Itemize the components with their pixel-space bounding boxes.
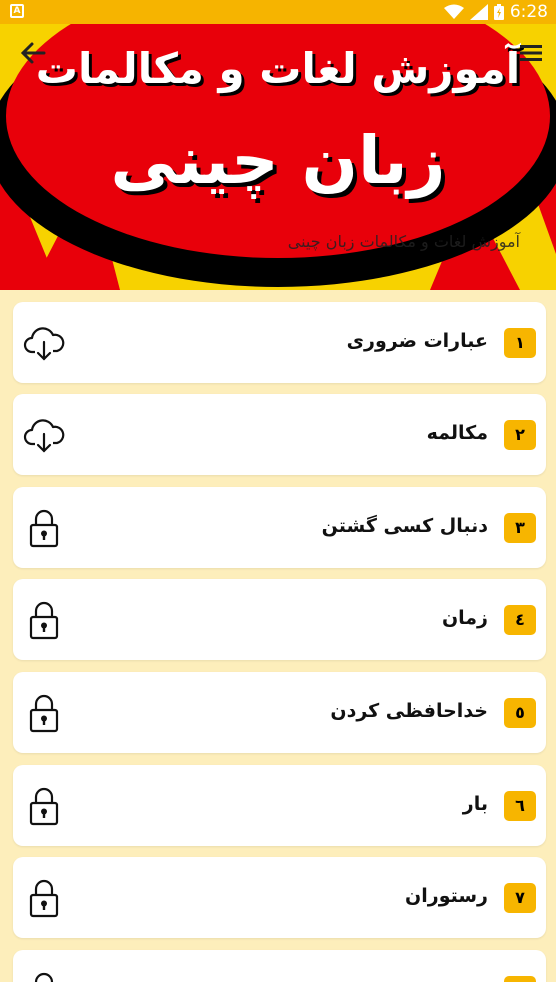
lesson-number: ٣ (504, 513, 536, 543)
lesson-number: ٢ (504, 420, 536, 450)
wifi-icon (443, 4, 464, 19)
lesson-card-2[interactable]: ٢ مکالمه (13, 394, 546, 475)
menu-icon[interactable] (518, 40, 544, 66)
header-banner: آموزش لغات و مکالمات زبان چینی آموزش لغا… (0, 24, 556, 290)
lesson-list[interactable]: ١ عبارات ضروری ٢ مکالمه ٣ دنبال کسی گشتن… (0, 290, 556, 982)
lesson-number: ٥ (504, 698, 536, 728)
lesson-number: ٦ (504, 791, 536, 821)
lesson-number: ٧ (504, 883, 536, 913)
lock-icon[interactable] (23, 692, 65, 734)
lesson-card-3[interactable]: ٣ دنبال کسی گشتن (13, 487, 546, 568)
lesson-number: ١ (504, 328, 536, 358)
lock-icon[interactable] (23, 785, 65, 827)
lock-icon[interactable] (23, 877, 65, 919)
cloud-download-icon[interactable] (23, 322, 65, 364)
lesson-title: بار (462, 793, 488, 815)
status-icons: 6:28 (443, 0, 548, 24)
arrow-left-icon[interactable] (18, 38, 48, 68)
lesson-card-5[interactable]: ٥ خداحافظی کردن (13, 672, 546, 753)
status-time: 6:28 (509, 2, 548, 22)
lock-icon[interactable] (23, 970, 65, 982)
battery-icon (493, 4, 504, 20)
lesson-title: مکالمه (426, 422, 488, 444)
lesson-card-8[interactable] (13, 950, 546, 982)
cloud-download-icon[interactable] (23, 414, 65, 456)
notification-a-icon: A (10, 4, 24, 18)
lesson-number (504, 976, 536, 982)
signal-icon (469, 4, 488, 20)
lesson-title: زمان (441, 607, 488, 629)
lesson-title: رستوران (405, 885, 488, 907)
lesson-card-1[interactable]: ١ عبارات ضروری (13, 302, 546, 383)
lesson-number: ٤ (504, 605, 536, 635)
status-bar: A 6:28 (0, 0, 556, 24)
lesson-title: عبارات ضروری (346, 330, 488, 352)
lesson-card-6[interactable]: ٦ بار (13, 765, 546, 846)
lock-icon[interactable] (23, 599, 65, 641)
lesson-title: دنبال کسی گشتن (321, 515, 488, 537)
lesson-title: خداحافظی کردن (330, 700, 488, 722)
banner-title-line1: آموزش لغات و مکالمات (35, 44, 521, 93)
lesson-card-7[interactable]: ٧ رستوران (13, 857, 546, 938)
header-subtitle: آموزش لغات و مکالمات زبان چینی (287, 232, 520, 251)
banner-title-line2: زبان چینی (110, 122, 446, 199)
lock-icon[interactable] (23, 507, 65, 549)
lesson-card-4[interactable]: ٤ زمان (13, 579, 546, 660)
